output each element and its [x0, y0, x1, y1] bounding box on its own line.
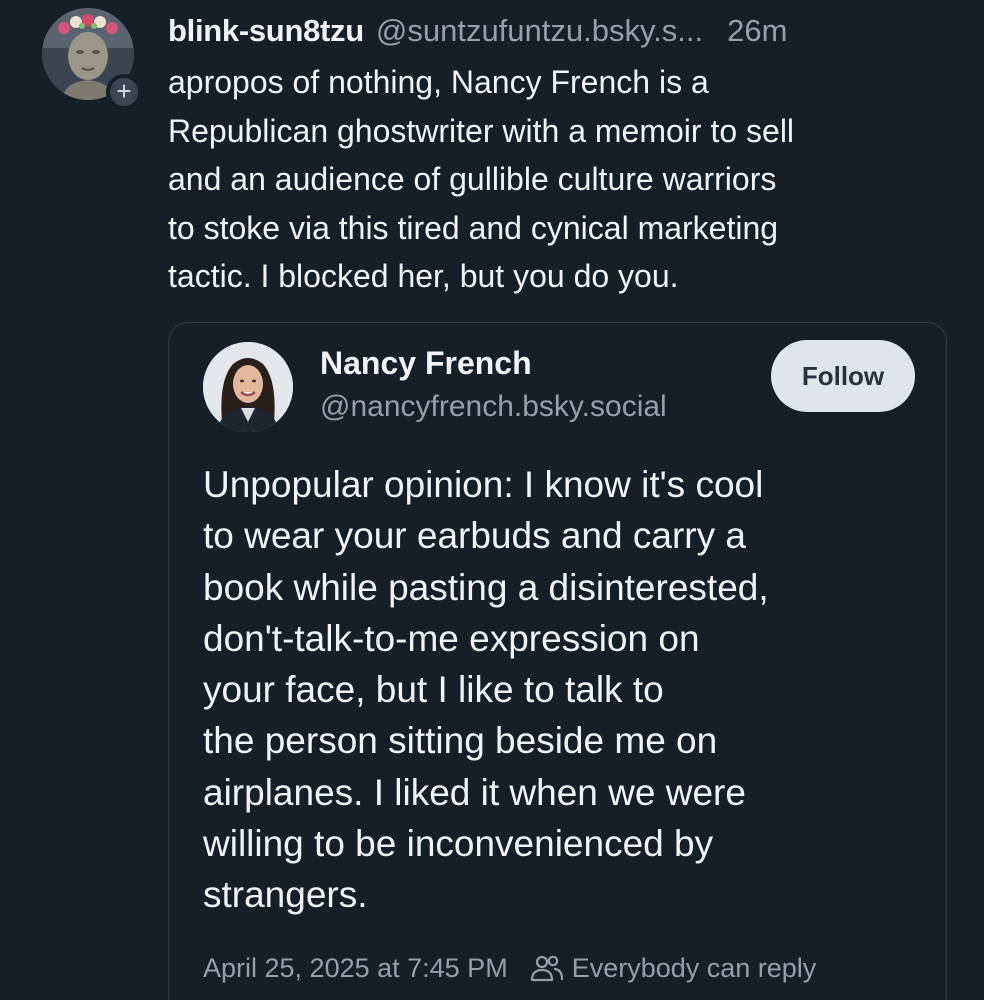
quoted-author-name[interactable]: Nancy French [320, 345, 532, 382]
quoted-text-line: the person sitting beside me on [203, 720, 718, 762]
quoted-text-line: your face, but I like to talk to [203, 669, 664, 711]
follow-button[interactable]: Follow [771, 340, 915, 412]
reply-setting[interactable]: Everybody can reply [530, 952, 817, 984]
post-author-handle[interactable]: @suntzufuntzu.bsky.s... [376, 13, 703, 49]
quoted-text-line: to wear your earbuds and carry a [203, 515, 746, 557]
post-text-line: and an audience of gullible culture warr… [168, 161, 777, 197]
quoted-post-footer: April 25, 2025 at 7:45 PM Everybody can … [203, 948, 816, 988]
post-text-line: tactic. I blocked her, but you do you. [168, 258, 679, 294]
feed-view: + blink-sun8tzu @suntzufuntzu.bsky.s... … [0, 0, 984, 1000]
follow-plus-icon[interactable]: + [106, 74, 142, 110]
post-header: blink-sun8tzu @suntzufuntzu.bsky.s... 26… [168, 8, 958, 54]
quoted-post[interactable]: Nancy French @nancyfrench.bsky.social Fo… [168, 322, 947, 1000]
reply-setting-label: Everybody can reply [571, 952, 817, 983]
quoted-text-line: Unpopular opinion: I know it's cool [203, 464, 764, 505]
quoted-text-line: strangers. [203, 874, 368, 916]
quoted-author-handle[interactable]: @nancyfrench.bsky.social [320, 390, 667, 424]
post-text: apropos of nothing, Nancy French is a Re… [168, 58, 958, 301]
post-timestamp[interactable]: 26m [727, 13, 787, 49]
quoted-post-timestamp[interactable]: April 25, 2025 at 7:45 PM [203, 953, 508, 984]
quoted-text-line: airplanes. I liked it when we were [203, 771, 746, 813]
quoted-text-line: willing to be inconvenienced by [203, 823, 714, 865]
quoted-author-avatar[interactable] [203, 342, 293, 432]
post-author-name[interactable]: blink-sun8tzu [168, 13, 364, 49]
post-avatar-container: + [42, 8, 144, 110]
quoted-text-line: don't-talk-to-me expression on [203, 617, 700, 659]
post-text-line: apropos of nothing, Nancy French is a [168, 64, 709, 100]
quoted-post-text: Unpopular opinion: I know it's cool to w… [203, 459, 923, 921]
people-icon [530, 953, 564, 983]
quoted-text-line: book while pasting a disinterested, [203, 566, 769, 608]
post-text-line: Republican ghostwriter with a memoir to … [168, 112, 795, 149]
post-text-line: to stoke via this tired and cynical mark… [168, 209, 779, 246]
